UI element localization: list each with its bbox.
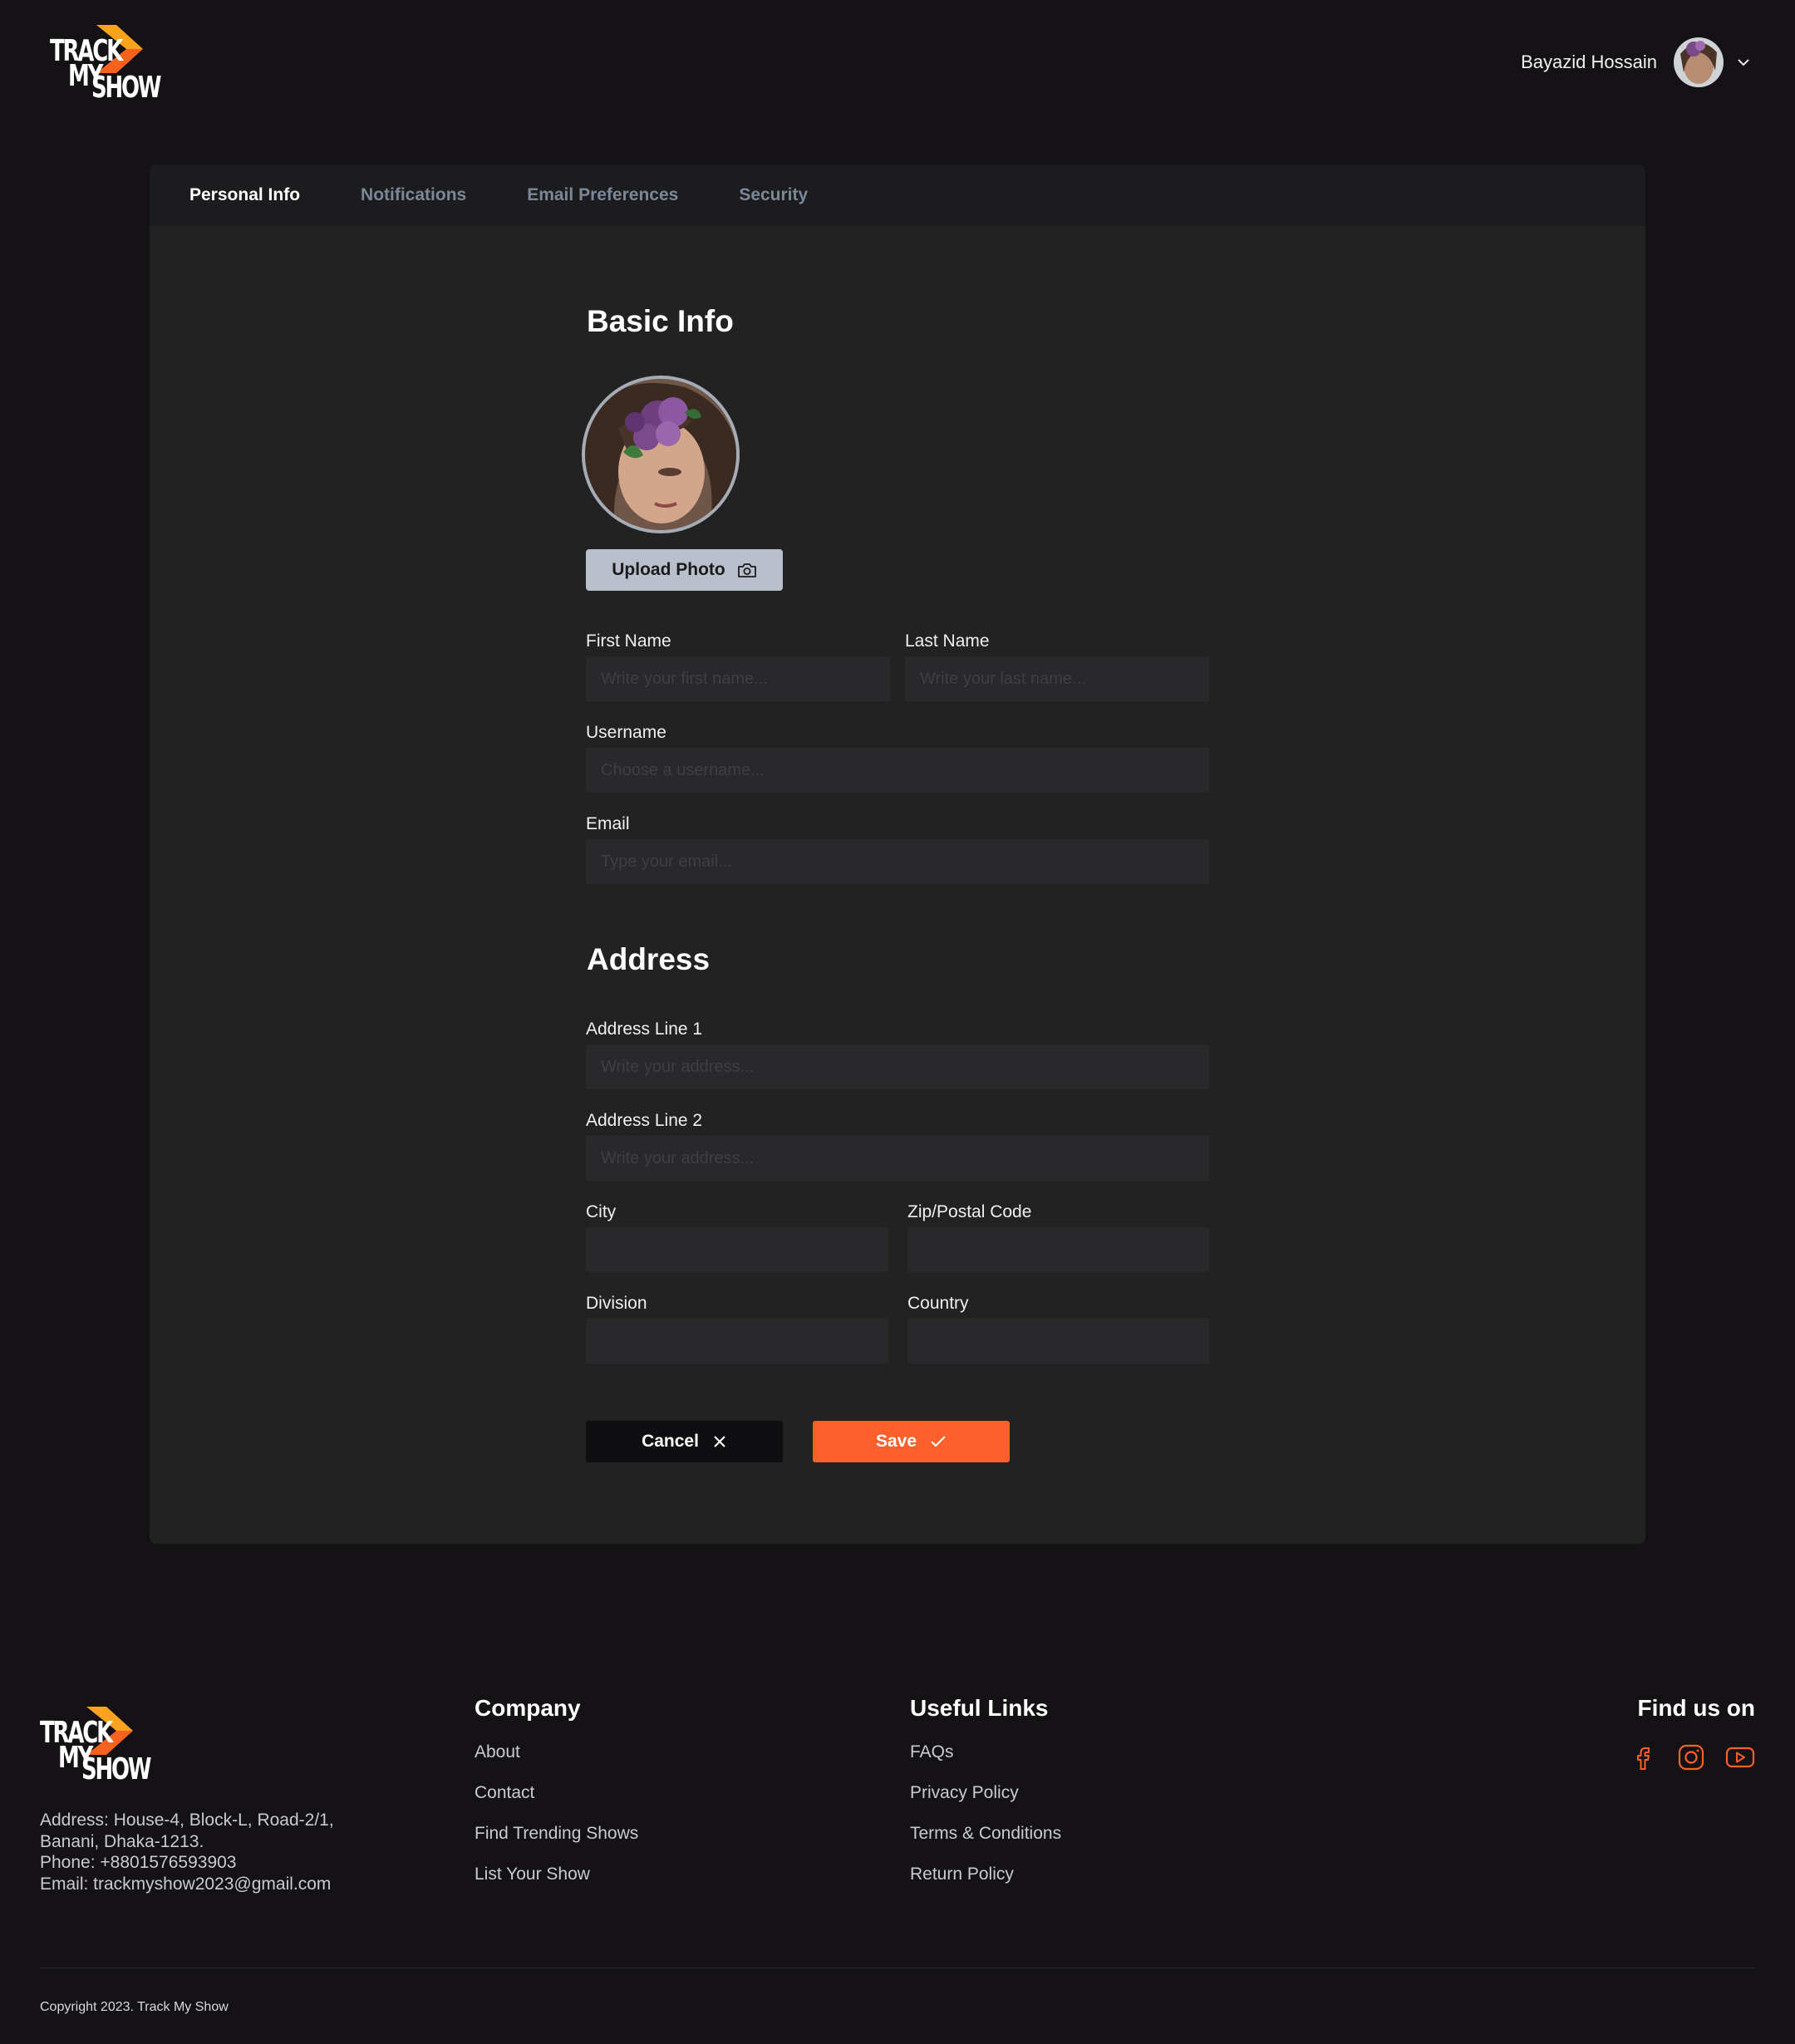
logo-text-show: SHOW <box>81 1752 152 1786</box>
check-icon <box>931 1436 946 1447</box>
facebook-icon[interactable] <box>1629 1743 1657 1776</box>
youtube-icon[interactable] <box>1725 1743 1755 1776</box>
camera-icon <box>737 563 756 577</box>
footer-company-title: Company <box>475 1695 581 1721</box>
social-icons <box>1609 1743 1755 1776</box>
user-menu[interactable]: Bayazid Hossain <box>1521 37 1752 88</box>
address-text-line2: Banani, Dhaka-1213. <box>40 1831 204 1851</box>
cancel-button[interactable]: Cancel <box>586 1421 783 1462</box>
username-input[interactable] <box>586 748 1209 793</box>
email-input[interactable] <box>586 839 1209 884</box>
upload-photo-label: Upload Photo <box>612 560 725 579</box>
tab-email-preferences[interactable]: Email Preferences <box>527 185 678 205</box>
basic-info-heading: Basic Info <box>587 304 734 338</box>
address-line2-input[interactable] <box>586 1136 1209 1181</box>
first-name-input[interactable] <box>586 656 890 701</box>
footer-link-about[interactable]: About <box>475 1740 638 1781</box>
address-line1-input[interactable] <box>586 1044 1209 1089</box>
instagram-icon[interactable] <box>1677 1743 1705 1776</box>
last-name-input[interactable] <box>905 656 1209 701</box>
country-label: Country <box>907 1294 969 1313</box>
upload-photo-button[interactable]: Upload Photo <box>586 549 783 591</box>
tab-notifications[interactable]: Notifications <box>361 185 466 205</box>
footer-link-terms[interactable]: Terms & Conditions <box>910 1821 1061 1862</box>
division-label: Division <box>586 1294 647 1313</box>
footer-link-list-show[interactable]: List Your Show <box>475 1862 638 1903</box>
address-text-line1: Address: House-4, Block-L, Road-2/1, <box>40 1811 334 1830</box>
contact-info: Address: House-4, Block-L, Road-2/1, Ban… <box>40 1810 334 1894</box>
address-line1-label: Address Line 1 <box>586 1020 703 1039</box>
zip-input[interactable] <box>907 1227 1209 1272</box>
username-label: Username <box>586 723 666 742</box>
email-label: Email <box>586 814 630 833</box>
address-heading: Address <box>587 942 711 976</box>
user-avatar[interactable] <box>1674 37 1724 87</box>
city-input[interactable] <box>586 1227 888 1272</box>
footer-link-faqs[interactable]: FAQs <box>910 1740 1061 1781</box>
footer-find-us: Find us on <box>1609 1695 1755 1776</box>
chevron-down-icon[interactable] <box>1735 54 1752 71</box>
find-us-title: Find us on <box>1637 1695 1755 1721</box>
last-name-label: Last Name <box>905 631 990 651</box>
phone-text: Phone: +8801576593903 <box>40 1853 237 1872</box>
footer-link-trending[interactable]: Find Trending Shows <box>475 1821 638 1862</box>
footer-logo[interactable]: TRACK MY SHOW <box>40 1707 152 1785</box>
tab-personal-info[interactable]: Personal Info <box>189 185 300 205</box>
footer-useful-links: Useful Links FAQs Privacy Policy Terms &… <box>910 1695 1061 1903</box>
country-input[interactable] <box>907 1319 1209 1363</box>
save-button[interactable]: Save <box>813 1421 1010 1462</box>
logo-text-show: SHOW <box>91 71 162 105</box>
copyright-text: Copyright 2023. Track My Show <box>40 2000 229 2014</box>
save-label: Save <box>875 1432 917 1451</box>
footer-company: Company About Contact Find Trending Show… <box>475 1695 638 1903</box>
footer-link-contact[interactable]: Contact <box>475 1781 638 1821</box>
settings-tabs: Personal Info Notifications Email Prefer… <box>150 165 1645 226</box>
address-line2-label: Address Line 2 <box>586 1111 703 1130</box>
footer-link-return[interactable]: Return Policy <box>910 1862 1061 1903</box>
brand-logo[interactable]: TRACK MY SHOW <box>50 25 162 103</box>
zip-label: Zip/Postal Code <box>907 1202 1032 1221</box>
cancel-label: Cancel <box>642 1432 699 1451</box>
city-label: City <box>586 1202 617 1221</box>
division-input[interactable] <box>586 1319 888 1363</box>
profile-photo <box>582 376 740 533</box>
close-icon <box>714 1436 725 1447</box>
footer-link-privacy[interactable]: Privacy Policy <box>910 1781 1061 1821</box>
tab-security[interactable]: Security <box>739 185 808 205</box>
first-name-label: First Name <box>586 631 671 651</box>
email-text: Email: trackmyshow2023@gmail.com <box>40 1874 332 1894</box>
settings-card: Personal Info Notifications Email Prefer… <box>150 165 1645 1544</box>
user-name: Bayazid Hossain <box>1521 52 1657 72</box>
footer-useful-links-title: Useful Links <box>910 1695 1049 1721</box>
